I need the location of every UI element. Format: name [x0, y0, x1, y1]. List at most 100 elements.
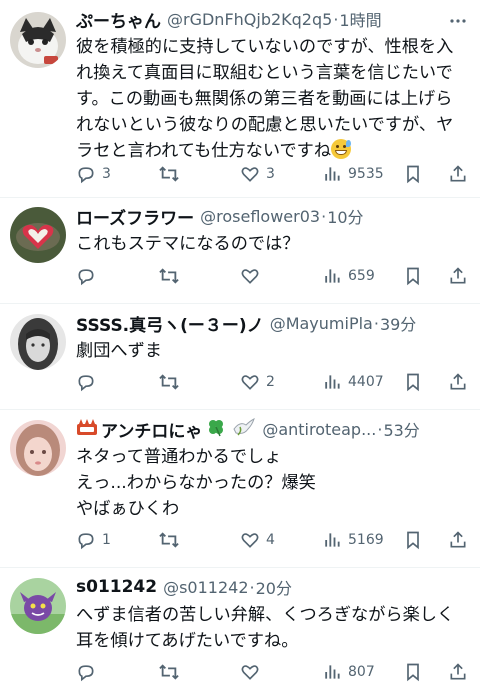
avatar[interactable] — [10, 207, 66, 263]
tweet[interactable]: ローズフラワー @roseflower03 · 10分 これもステマになるのでは… — [0, 198, 480, 304]
bookmark-icon — [404, 164, 422, 184]
views-icon — [322, 530, 342, 550]
views-icon — [322, 164, 342, 184]
display-name[interactable]: アンチロにゃ — [101, 417, 202, 442]
like-icon — [240, 662, 260, 682]
tweet-text: へずま信者の苦しい弁解、くつろぎながら楽しく 耳を傾けてあげたいですね。 — [76, 602, 470, 654]
timestamp[interactable]: 53分 — [383, 417, 419, 441]
separator-dot: · — [321, 206, 327, 226]
timestamp[interactable]: 10分 — [327, 204, 363, 228]
bookmark-icon — [404, 530, 422, 550]
bookmark-icon — [404, 266, 422, 286]
reply-button[interactable]: 1 — [76, 528, 111, 552]
tweet-line: れないという彼なりの配慮と思いたいですが、ヤ — [76, 115, 454, 135]
share-button[interactable] — [448, 660, 468, 684]
display-name[interactable]: SSSS.真弓ヽ(ー３ー)ノ — [76, 311, 264, 336]
like-icon — [240, 164, 260, 184]
share-icon — [448, 530, 468, 550]
separator-dot: · — [373, 313, 379, 333]
views-button[interactable]: 4407 — [322, 370, 384, 394]
display-name[interactable]: ローズフラワー — [76, 204, 194, 229]
timestamp[interactable]: 1時間 — [339, 7, 381, 31]
share-icon — [448, 662, 468, 682]
like-button[interactable] — [240, 264, 266, 288]
retweet-button[interactable] — [158, 264, 186, 288]
reply-button[interactable] — [76, 370, 102, 394]
separator-dot: · — [333, 9, 339, 29]
reply-button[interactable] — [76, 660, 102, 684]
separator-dot: · — [377, 419, 383, 439]
views-icon — [322, 662, 342, 682]
bookmark-button[interactable] — [404, 528, 422, 552]
share-icon — [448, 372, 468, 392]
like-button[interactable]: 2 — [240, 370, 275, 394]
tweet-line: へずま信者の苦しい弁解、くつろぎながら楽しく — [76, 605, 455, 625]
reply-count: 3 — [102, 166, 111, 182]
tweet-line: やばぁひくわ — [76, 499, 180, 519]
retweet-button[interactable] — [158, 660, 186, 684]
like-button[interactable] — [240, 660, 266, 684]
user-handle[interactable]: @antiroteap... — [262, 420, 376, 439]
bookmark-button[interactable] — [404, 370, 422, 394]
avatar[interactable] — [10, 12, 66, 68]
bookmark-button[interactable] — [404, 660, 422, 684]
tweet-line: 彼を積極的に支持していないのですが、性根を入 — [76, 37, 454, 57]
retweet-icon — [158, 164, 180, 184]
avatar[interactable] — [10, 420, 66, 476]
tweet-text: これもステマになるのでは？ — [76, 231, 470, 257]
tweet-text: 彼を積極的に支持していないのですが、性根を入 れ換えて真面目に取組むという言葉を… — [76, 34, 470, 164]
like-button[interactable]: 3 — [240, 162, 275, 186]
avatar[interactable] — [10, 314, 66, 370]
share-button[interactable] — [448, 370, 468, 394]
timestamp[interactable]: 39分 — [380, 311, 416, 335]
user-handle[interactable]: @rGDnFhQjb2Kq2q5 — [167, 10, 332, 29]
clover-icon — [206, 417, 226, 441]
views-button[interactable]: 5169 — [322, 528, 384, 552]
reply-count: 1 — [102, 532, 111, 548]
tweet-line: ネタって普通わかるでしょ — [76, 447, 282, 467]
bookmark-icon — [404, 662, 422, 682]
bookmark-icon — [404, 372, 422, 392]
dove-icon — [232, 417, 256, 441]
user-handle[interactable]: @MayumiPla — [270, 314, 373, 333]
tweet-text: ネタって普通わかるでしょ えっ...わからなかったの？爆笑 やばぁひくわ — [76, 444, 470, 522]
user-handle[interactable]: @s011242 — [163, 578, 248, 597]
views-button[interactable]: 9535 — [322, 162, 384, 186]
tweet-line: えっ...わからなかったの？爆笑 — [76, 473, 316, 493]
share-button[interactable] — [448, 162, 468, 186]
like-icon — [240, 530, 260, 550]
display-name[interactable]: s011242 — [76, 577, 157, 597]
retweet-button[interactable] — [158, 370, 186, 394]
reply-button[interactable]: 3 — [76, 162, 111, 186]
share-button[interactable] — [448, 264, 468, 288]
reply-button[interactable] — [76, 264, 102, 288]
like-button[interactable]: 4 — [240, 528, 275, 552]
like-count: 4 — [266, 532, 275, 548]
share-button[interactable] — [448, 528, 468, 552]
tweet-text: 劇団へずま — [76, 338, 470, 364]
tweet[interactable]: アンチロにゃ @antiroteap... · 53分 ネタって普通わかるでしょ… — [0, 410, 480, 568]
retweet-button[interactable] — [158, 528, 186, 552]
bookmark-button[interactable] — [404, 162, 422, 186]
more-icon[interactable] — [450, 8, 466, 34]
like-icon — [240, 372, 260, 392]
tweet[interactable]: ぷーちゃん @rGDnFhQjb2Kq2q5 · 1時間 彼を積極的に支持してい… — [0, 0, 480, 198]
bookmark-button[interactable] — [404, 264, 422, 288]
timestamp[interactable]: 20分 — [256, 575, 292, 599]
tweet[interactable]: s011242 @s011242 · 20分 へずま信者の苦しい弁解、くつろぎな… — [0, 568, 480, 688]
tweet[interactable]: SSSS.真弓ヽ(ー３ー)ノ @MayumiPla · 39分 劇団へずま 2 — [0, 304, 480, 410]
reply-icon — [76, 662, 96, 682]
tweet-line: す。この動画も無関係の第三者を動画には上げら — [76, 89, 453, 109]
display-name[interactable]: ぷーちゃん — [76, 7, 161, 32]
avatar[interactable] — [10, 578, 66, 634]
reply-icon — [76, 164, 96, 184]
share-icon — [448, 266, 468, 286]
like-count: 3 — [266, 166, 275, 182]
reply-icon — [76, 372, 96, 392]
views-button[interactable]: 807 — [322, 660, 375, 684]
views-button[interactable]: 659 — [322, 264, 375, 288]
user-handle[interactable]: @roseflower03 — [200, 207, 320, 226]
separator-dot: · — [249, 577, 255, 597]
retweet-button[interactable] — [158, 162, 186, 186]
retweet-icon — [158, 662, 180, 682]
